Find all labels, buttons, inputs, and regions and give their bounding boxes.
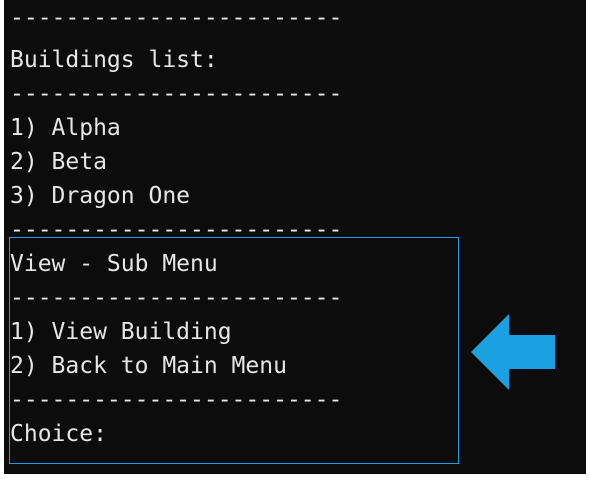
separator-line: ------------------------	[10, 81, 343, 107]
sub-menu-highlight-box	[9, 237, 459, 464]
console-window: ------------------------ Buildings list:…	[4, 0, 586, 474]
buildings-list-heading: Buildings list:	[10, 47, 218, 73]
building-item-alpha: 1) Alpha	[10, 115, 121, 141]
separator-line: ------------------------	[10, 5, 343, 31]
building-item-dragon-one: 3) Dragon One	[10, 183, 191, 209]
building-item-beta: 2) Beta	[10, 149, 107, 175]
arrow-left-icon	[471, 314, 555, 390]
